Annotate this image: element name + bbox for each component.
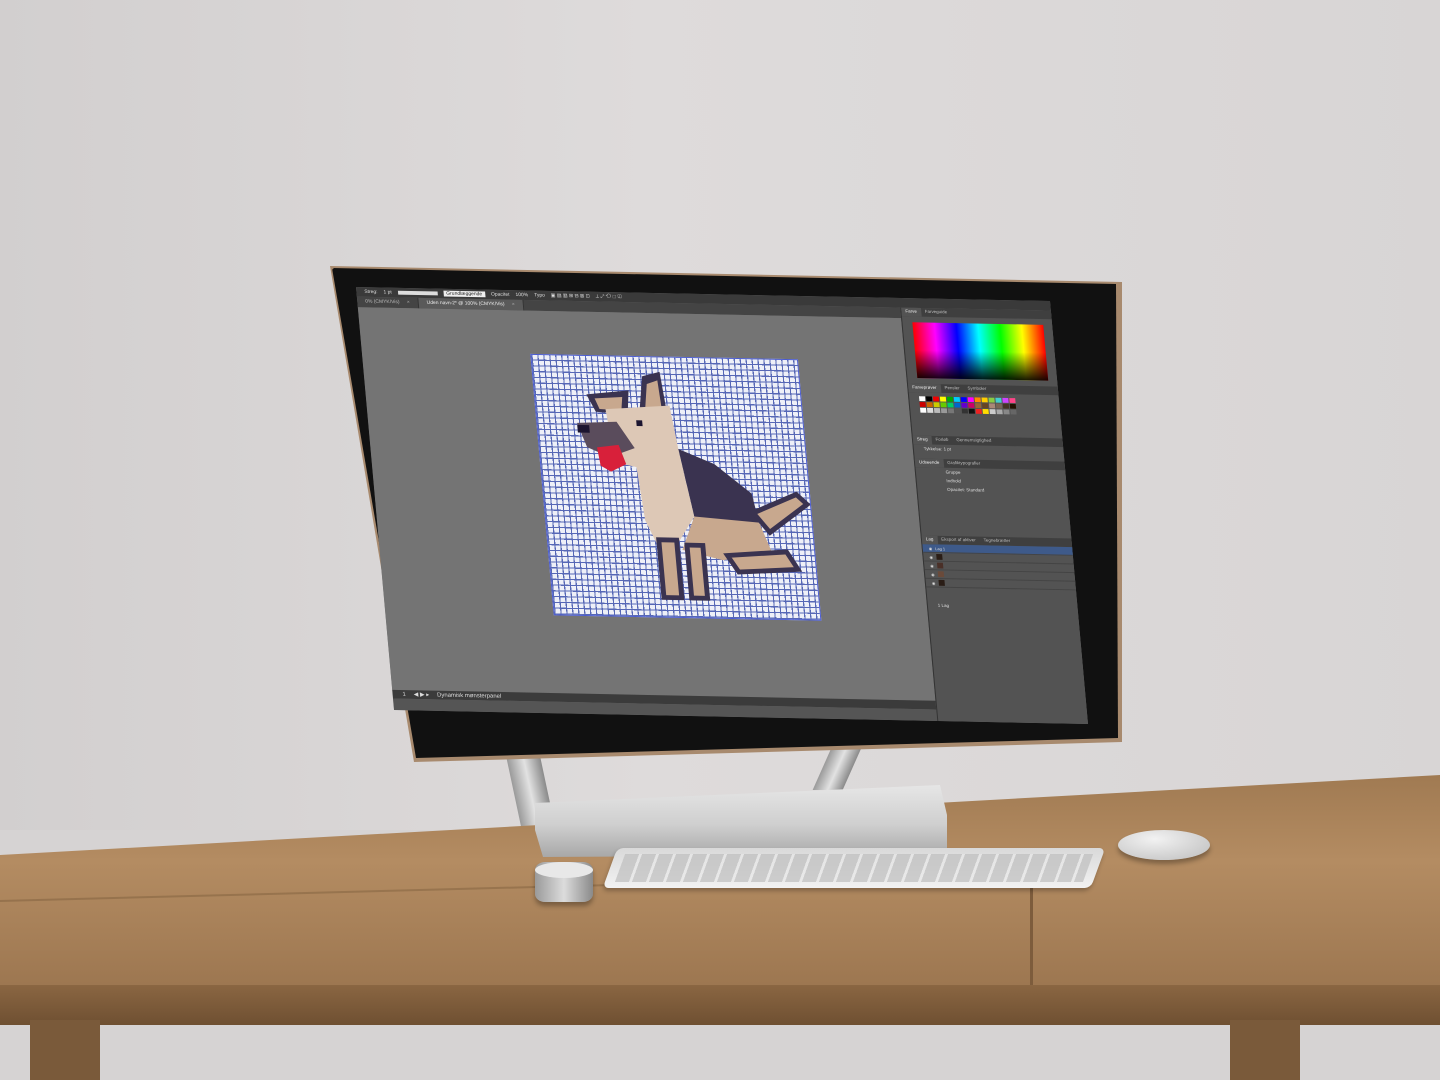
artboard-canvas[interactable] — [357, 307, 936, 701]
eye-icon[interactable]: ◉ — [929, 554, 933, 559]
tab-appearance[interactable]: Udseende — [914, 458, 944, 468]
desk-leg-left — [30, 1020, 100, 1080]
dog-pixel-art — [577, 371, 811, 601]
color-spectrum[interactable] — [912, 322, 1049, 381]
style-label[interactable]: Typo — [534, 293, 545, 299]
layer-count: 1 Lag — [937, 602, 950, 608]
tab-stroke[interactable]: Streg — [912, 435, 933, 445]
tab-label: Uden navn-2* @ 100% (CMYK/Vis) — [426, 299, 505, 308]
swatch-panel-tabs: Farveprøver Pensler Symboler — [907, 383, 1060, 396]
status-arrows[interactable]: ◀ ▶ ▸ — [413, 691, 430, 698]
stroke-weight-row: Tykkelse: 1 pt — [913, 444, 1064, 456]
tab-color[interactable]: Farve — [901, 307, 922, 317]
eye-icon[interactable]: ◉ — [928, 546, 932, 551]
swatch-grid[interactable] — [919, 396, 1051, 415]
appearance-opacity[interactable]: Opacitet: Standard — [917, 484, 1068, 496]
eye-icon[interactable]: ◉ — [930, 563, 934, 568]
align-icons[interactable]: ▣ ▤ ▥ ⊞ ⊟ ⊠ ⊡ — [551, 293, 590, 300]
dog-front-leg-1 — [656, 537, 685, 601]
status-tool: Dynamisk mønsterpanel — [436, 692, 502, 700]
layer-thumbnail — [937, 571, 944, 578]
dog-nose — [577, 424, 590, 433]
tab-swatches[interactable]: Farveprøver — [907, 383, 941, 393]
basic-style[interactable]: Grundlæggende — [443, 290, 486, 298]
monitor-screen: Streg: 1 pt Grundlæggende Opacitet 100% … — [356, 287, 1088, 725]
surface-dial-top — [535, 862, 593, 878]
zoom-value[interactable]: 1 — [402, 691, 406, 697]
layer-name: Lag 1 — [934, 545, 946, 551]
stroke-label: Streg: — [364, 289, 378, 296]
desk-leg-right — [1230, 1020, 1300, 1080]
layer-thumbnail — [937, 579, 945, 586]
stroke-profile[interactable] — [397, 290, 438, 296]
tab-export-assets[interactable]: Eksport af aktiver — [937, 536, 980, 546]
weight-label: Tykkelse: — [923, 446, 943, 452]
tab-brushes[interactable]: Pensler — [940, 384, 964, 393]
weight-value[interactable]: 1 pt — [943, 447, 951, 452]
tab-transparency[interactable]: Gennemsigtighed — [952, 436, 996, 446]
mouse — [1118, 830, 1210, 860]
tab-gradient[interactable]: Forløb — [931, 436, 953, 445]
keyboard-keys — [614, 854, 1094, 882]
eye-icon[interactable]: ◉ — [932, 580, 936, 585]
keyboard — [602, 848, 1106, 888]
transform-icons[interactable]: ⟂ ⤢ ⟲ ⬚ ◫ — [595, 294, 621, 300]
tab-symbols[interactable]: Symboler — [963, 385, 991, 394]
close-icon[interactable]: × — [512, 302, 515, 308]
eye-icon[interactable]: ◉ — [931, 572, 935, 577]
tab-color-guide[interactable]: Farveguide — [920, 308, 951, 317]
dog-eye — [636, 420, 643, 427]
dog-hind-paw — [723, 549, 803, 575]
dog-front-leg-2 — [684, 542, 711, 601]
stroke-value[interactable]: 1 pt — [383, 289, 392, 295]
color-panel-tabs: Farve Farveguide — [901, 307, 1053, 320]
layer-thumbnail — [935, 553, 943, 560]
opacity-label: Opacitet — [490, 291, 510, 298]
close-icon[interactable]: × — [407, 300, 410, 306]
desk-edge — [0, 985, 1440, 1025]
sublayer-row[interactable]: ◉ — [925, 578, 1077, 591]
tab-artboards[interactable]: Tegnebrætter — [979, 537, 1014, 546]
tab-layers[interactable]: Lag — [921, 535, 938, 545]
opacity-value[interactable]: 100% — [515, 292, 528, 298]
layer-thumbnail — [936, 562, 943, 569]
tab-graphic-styles[interactable]: Grafiktypografier — [943, 459, 985, 468]
tab-label: 0% (CMYK/Vis) — [364, 298, 400, 306]
pixel-art-artboard[interactable] — [530, 353, 822, 621]
desk-seam — [1030, 880, 1033, 985]
